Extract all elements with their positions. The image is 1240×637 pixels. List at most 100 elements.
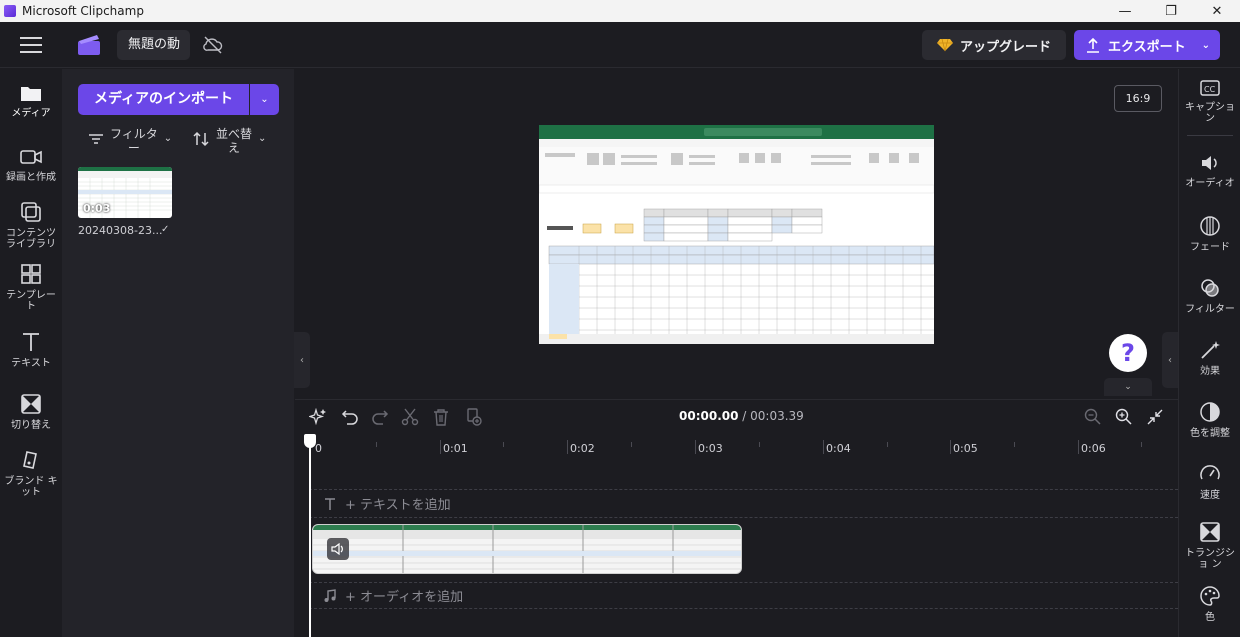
app-header: 無題の動 アップグレード エクスポート ⌄ — [0, 22, 1240, 68]
chevron-down-icon[interactable]: ⌄ — [1202, 40, 1210, 51]
fit-timeline-icon[interactable] — [1146, 408, 1164, 426]
time-ruler[interactable]: 0 0:01 0:02 0:03 0:04 0:05 0:06 — [295, 436, 1178, 460]
collapse-right-panel-icon[interactable]: ‹ — [1162, 332, 1178, 388]
sidebar-item-adjust-colors[interactable]: 色を調整 — [1179, 401, 1240, 439]
close-button[interactable]: ✕ — [1194, 0, 1240, 22]
sidebar-item-media[interactable]: メディア — [0, 83, 62, 119]
export-button[interactable]: エクスポート ⌄ — [1074, 30, 1220, 60]
captions-icon: CC — [1200, 80, 1220, 96]
clip-audio-speaker-icon[interactable] — [327, 538, 349, 560]
collapse-left-panel-icon[interactable]: ‹ — [294, 332, 310, 388]
transition-icon — [21, 394, 41, 414]
undo-icon[interactable] — [341, 408, 359, 426]
import-options-chevron-icon[interactable]: ⌄ — [250, 84, 279, 115]
playhead-handle[interactable] — [304, 434, 316, 448]
chevron-down-icon: ⌄ — [258, 133, 267, 144]
upgrade-button[interactable]: アップグレード — [922, 30, 1066, 60]
minimize-button[interactable]: — — [1102, 0, 1148, 22]
sidebar-item-speed[interactable]: 速度 — [1179, 463, 1240, 501]
text-icon — [23, 333, 39, 351]
scissors-icon[interactable] — [401, 408, 419, 426]
add-audio-track[interactable]: + オーディオを追加 — [309, 582, 1178, 609]
zoom-in-icon[interactable] — [1115, 408, 1133, 426]
spreadsheet-preview-image — [539, 125, 934, 344]
sidebar-item-brand-kit[interactable]: ブランド キット — [0, 449, 62, 498]
upgrade-label: アップグレード — [959, 39, 1051, 55]
filter-button[interactable]: フィルター ⌄ — [88, 127, 172, 157]
added-check-icon: ✓ — [161, 224, 170, 235]
filter-lines-icon — [89, 134, 103, 144]
speedometer-icon — [1200, 465, 1220, 480]
sidebar-item-record[interactable]: 録画と作成 — [0, 147, 62, 183]
chevron-down-icon[interactable]: ⌄ — [1104, 378, 1152, 396]
clipchamp-logo-icon — [78, 35, 100, 55]
timecode: 00:00.00 / 00:03.39 — [679, 409, 804, 423]
media-thumbnail[interactable]: 0:03 — [78, 167, 172, 218]
cloud-off-icon[interactable] — [202, 35, 224, 55]
transition-icon — [1200, 522, 1220, 542]
restore-button[interactable]: ❐ — [1148, 0, 1194, 22]
sidebar-item-content-library[interactable]: コンテンツ ライブラリ — [0, 201, 62, 250]
music-note-icon — [324, 588, 336, 602]
right-sidebar: CC キャプショ ン オーディオ フェード フィルター 効果 色を調整 速度 ト… — [1178, 69, 1240, 637]
sidebar-item-transitions-right[interactable]: トランジショ ン — [1179, 521, 1240, 570]
sort-arrows-icon — [193, 131, 209, 147]
sidebar-item-audio[interactable]: オーディオ — [1179, 153, 1240, 189]
help-button[interactable]: ? — [1109, 334, 1147, 372]
sidebar-item-text[interactable]: テキスト — [0, 331, 62, 369]
sidebar-item-effects[interactable]: 効果 — [1179, 339, 1240, 377]
total-time: 00:03.39 — [750, 409, 804, 423]
add-text-track[interactable]: + テキストを追加 — [309, 489, 1178, 518]
redo-icon[interactable] — [371, 408, 389, 426]
left-sidebar: メディア 録画と作成 コンテンツ ライブラリ テンプレート テキスト 切り替え … — [0, 69, 62, 637]
magic-sparkle-icon[interactable] — [309, 408, 327, 426]
magic-wand-icon — [1201, 341, 1220, 359]
template-icon — [21, 264, 41, 284]
chevron-down-icon: ⌄ — [163, 133, 173, 144]
playhead[interactable] — [309, 434, 311, 637]
sidebar-item-captions[interactable]: CC キャプショ ン — [1179, 79, 1240, 124]
diamond-icon — [936, 38, 953, 52]
hamburger-menu-icon[interactable] — [20, 37, 42, 53]
fade-icon — [1200, 216, 1220, 236]
project-name-field[interactable]: 無題の動 — [117, 30, 190, 60]
zoom-out-icon[interactable] — [1084, 408, 1102, 426]
import-media-button[interactable]: メディアのインポート — [78, 84, 249, 115]
aspect-ratio-button[interactable]: 16:9 — [1114, 85, 1162, 112]
clip-filmstrip — [313, 525, 741, 573]
export-label: エクスポート — [1108, 39, 1186, 55]
library-icon — [21, 202, 41, 222]
video-preview[interactable] — [539, 125, 934, 344]
brand-kit-icon — [23, 451, 37, 469]
palette-icon — [1200, 586, 1220, 606]
divider — [1187, 135, 1233, 136]
sort-button[interactable]: 並べ替え ⌄ — [192, 127, 266, 157]
sidebar-item-transitions[interactable]: 切り替え — [0, 393, 62, 431]
sidebar-item-color[interactable]: 色 — [1179, 585, 1240, 623]
camera-icon — [20, 150, 42, 164]
media-duration: 0:03 — [83, 202, 111, 215]
timeline-toolbar: 00:00.00 / 00:03.39 — [295, 400, 1178, 434]
sidebar-item-templates[interactable]: テンプレート — [0, 263, 62, 312]
window-title: Microsoft Clipchamp — [22, 4, 144, 18]
speaker-icon — [1202, 156, 1217, 170]
filter-icon — [1201, 279, 1219, 297]
window-controls: — ❐ ✕ — [1102, 0, 1240, 22]
svg-text:CC: CC — [1204, 85, 1216, 94]
preview-area: 16:9 — [294, 69, 1178, 444]
delete-icon[interactable] — [432, 408, 450, 426]
media-panel: メディアのインポート ⌄ フィルター ⌄ 並べ替え ⌄ 0:03 2024030… — [62, 69, 294, 637]
duplicate-icon[interactable] — [464, 408, 482, 426]
clipchamp-app-icon — [4, 5, 16, 17]
media-filename: 20240308-23... — [78, 224, 163, 237]
text-icon — [325, 497, 335, 510]
upload-icon — [1087, 37, 1099, 53]
window-titlebar: Microsoft Clipchamp — ❐ ✕ — [0, 0, 1240, 22]
folder-icon — [21, 87, 41, 101]
current-time: 00:00.00 — [679, 409, 739, 423]
timeline-panel: 00:00.00 / 00:03.39 0 0:01 0:02 0:03 0:0… — [295, 399, 1178, 637]
video-clip[interactable] — [312, 524, 742, 574]
sidebar-item-fade[interactable]: フェード — [1179, 215, 1240, 253]
sidebar-item-filters[interactable]: フィルター — [1179, 277, 1240, 315]
contrast-icon — [1200, 402, 1220, 422]
